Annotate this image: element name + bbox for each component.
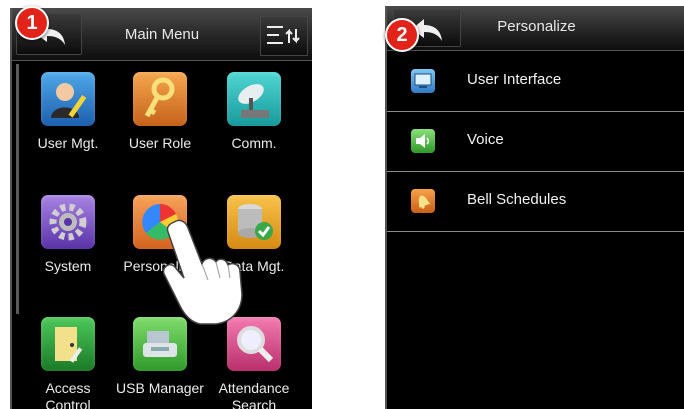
menu-item-label: Access Control bbox=[45, 380, 91, 409]
menu-item-attendance-search[interactable]: Attendance Search bbox=[210, 317, 298, 409]
list-item-label: Voice bbox=[467, 131, 504, 148]
menu-item-label: Attendance Search bbox=[218, 380, 290, 409]
user-mgt-icon bbox=[41, 72, 95, 126]
menu-item-user-mgt[interactable]: User Mgt. bbox=[24, 72, 112, 152]
list-item-user-interface[interactable]: User Interface bbox=[387, 51, 684, 112]
list-item-label: Bell Schedules bbox=[467, 191, 567, 208]
bell-icon bbox=[411, 189, 435, 213]
menu-item-system[interactable]: System bbox=[24, 195, 112, 275]
personalize-screen: Personalize User Interface Voice Bell Sc… bbox=[385, 6, 684, 409]
speaker-icon bbox=[411, 129, 435, 153]
personalize-header: Personalize bbox=[387, 6, 684, 51]
menu-item-label: Comm. bbox=[231, 135, 277, 151]
scrollbar[interactable] bbox=[16, 64, 19, 314]
gear-icon bbox=[41, 195, 95, 249]
step-badge-2: 2 bbox=[385, 18, 419, 52]
menu-item-user-role[interactable]: User Role bbox=[116, 72, 204, 152]
page-title: Personalize bbox=[497, 18, 576, 35]
satellite-icon bbox=[227, 72, 281, 126]
list-item-label: User Interface bbox=[467, 71, 562, 88]
main-menu-screen: Main Menu User Mgt. User Role Comm. Syst… bbox=[10, 8, 312, 409]
monitor-icon bbox=[411, 69, 435, 93]
sort-icon bbox=[267, 26, 300, 44]
step-badge-1: 1 bbox=[15, 6, 49, 40]
menu-item-comm[interactable]: Comm. bbox=[210, 72, 298, 152]
menu-item-label: User Role bbox=[128, 135, 192, 151]
pointing-hand-icon bbox=[162, 219, 243, 325]
list-item-voice[interactable]: Voice bbox=[387, 111, 684, 172]
menu-item-label: System bbox=[44, 258, 92, 274]
list-item-bell-schedules[interactable]: Bell Schedules bbox=[387, 171, 684, 232]
menu-item-usb-manager[interactable]: USB Manager bbox=[116, 317, 204, 397]
sort-button[interactable] bbox=[260, 16, 308, 56]
door-icon bbox=[41, 317, 95, 371]
menu-item-label: User Mgt. bbox=[37, 135, 99, 151]
key-icon bbox=[133, 72, 187, 126]
main-menu-header: Main Menu bbox=[12, 8, 312, 61]
menu-item-label: USB Manager bbox=[116, 380, 204, 396]
menu-item-access-control[interactable]: Access Control bbox=[24, 317, 112, 409]
